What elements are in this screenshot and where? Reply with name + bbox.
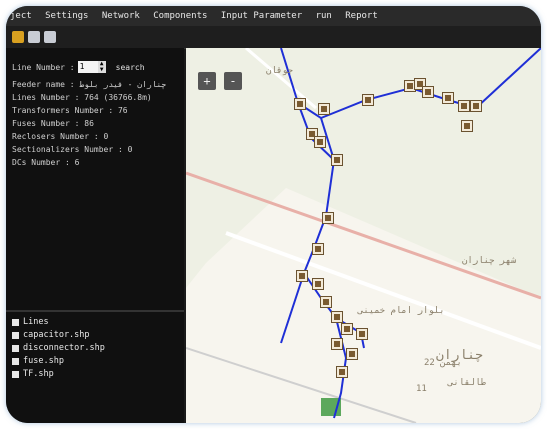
lines-number-value: 764 (36766.8m) (84, 93, 152, 102)
menu-project[interactable]: ject (6, 6, 36, 26)
transformer-icon[interactable] (331, 311, 343, 323)
menu-settings[interactable]: Settings (41, 6, 92, 26)
menu-input-parameter[interactable]: Input Parameter (217, 6, 306, 26)
layer-item[interactable]: Lines (12, 316, 180, 329)
layer-item[interactable]: disconnector.shp (12, 342, 180, 355)
transformers-number-row: Transformers Number : 76 (12, 104, 178, 117)
layer-list: Lines capacitor.shp disconnector.shp fus… (12, 316, 180, 381)
feeder-name-value: چناران - فیدر بلوط (79, 80, 167, 89)
map-label-shahr-chenaran: شهر چناران (462, 256, 517, 266)
transformer-icon[interactable] (320, 296, 332, 308)
transformer-icon[interactable] (294, 98, 306, 110)
layer-item[interactable]: fuse.shp (12, 355, 180, 368)
checkbox-icon[interactable] (12, 345, 19, 352)
open-icon[interactable] (12, 31, 24, 43)
fuses-number-label: Fuses Number : (12, 119, 80, 128)
menu-components[interactable]: Components (149, 6, 211, 26)
dcs-number-label: DCs Number : (12, 158, 70, 167)
lines-number-row: Lines Number : 764 (36766.8m) (12, 91, 178, 104)
reclosers-number-label: Reclosers Number : (12, 132, 99, 141)
line-number-row: Line Number : 1 ▲ ▼ search (12, 60, 178, 74)
zoom-in-button[interactable]: + (198, 72, 216, 90)
layer-label: capacitor.shp (23, 330, 90, 340)
transformer-icon[interactable] (322, 212, 334, 224)
line-number-spinner[interactable]: ▲ ▼ (97, 61, 106, 73)
transformer-icon[interactable] (312, 278, 324, 290)
transformer-icon[interactable] (331, 154, 343, 166)
transformer-icon[interactable] (314, 136, 326, 148)
lines-number-label: Lines Number : (12, 93, 80, 102)
reclosers-number-row: Reclosers Number : 0 (12, 130, 178, 143)
map-label-11: 11 (416, 384, 427, 394)
feeder-line-branch-north (475, 48, 541, 109)
checkbox-icon[interactable] (12, 332, 19, 339)
zoom-out-button[interactable]: - (224, 72, 242, 90)
transformer-icon[interactable] (312, 243, 324, 255)
map-label-taleghani: طالقانی (448, 378, 486, 388)
transformer-icon[interactable] (442, 92, 454, 104)
sectionalizers-number-label: Sectionalizers Number : (12, 145, 123, 154)
menu-report[interactable]: Report (341, 6, 382, 26)
fuses-number-value: 86 (84, 119, 94, 128)
transformers-number-value: 76 (117, 106, 128, 115)
toolbar (6, 26, 541, 49)
save-icon[interactable] (28, 31, 40, 43)
map-label-joghan: جوقان (266, 66, 294, 76)
document-icon[interactable] (44, 31, 56, 43)
transformer-icon[interactable] (296, 270, 308, 282)
line-number-input[interactable]: 1 (77, 61, 98, 73)
dcs-number-value: 6 (74, 158, 80, 167)
layer-label: Lines (23, 317, 49, 327)
menu-network[interactable]: Network (98, 6, 144, 26)
sectionalizers-number-row: Sectionalizers Number : 0 (12, 143, 178, 156)
app-window: ject Settings Network Components Input P… (6, 6, 541, 423)
transformer-icon[interactable] (362, 94, 374, 106)
map-label-imam-khomeini: بلوار امام خمینی (358, 306, 445, 316)
sectionalizers-number-value: 0 (127, 145, 133, 154)
checkbox-icon[interactable] (12, 371, 19, 378)
dcs-number-row: DCs Number : 6 (12, 156, 178, 169)
transformer-icon[interactable] (458, 100, 470, 112)
transformer-icon[interactable] (336, 366, 348, 378)
transformer-icon[interactable] (470, 100, 482, 112)
line-number-label: Line Number : (12, 62, 75, 72)
layer-label: disconnector.shp (23, 343, 105, 353)
transformer-icon[interactable] (331, 338, 343, 350)
layer-item[interactable]: capacitor.shp (12, 329, 180, 342)
transformer-icon[interactable] (422, 86, 434, 98)
transformer-icon[interactable] (346, 348, 358, 360)
transformer-icon[interactable] (318, 103, 330, 115)
menu-bar: ject Settings Network Components Input P… (6, 6, 541, 26)
transformer-icon[interactable] (341, 323, 353, 335)
feeder-info-panel: Line Number : 1 ▲ ▼ search Feeder name : … (12, 60, 178, 169)
transformer-icon[interactable] (356, 328, 368, 340)
layer-label: fuse.shp (23, 356, 64, 366)
layer-item[interactable]: TF.shp (12, 368, 180, 381)
sidebar: Line Number : 1 ▲ ▼ search Feeder name : … (6, 48, 184, 423)
feeder-name-row: Feeder name : چناران - فیدر بلوط (12, 78, 178, 91)
search-button[interactable]: search (116, 63, 145, 72)
reclosers-number-value: 0 (103, 132, 109, 141)
menu-run[interactable]: run (312, 6, 336, 26)
checkbox-icon[interactable] (12, 358, 19, 365)
map-label-22-bahman: 22 بهمن (424, 358, 462, 368)
transformers-number-label: Transformers Number : (12, 106, 114, 115)
fuses-number-row: Fuses Number : 86 (12, 117, 178, 130)
map-canvas[interactable]: + - جوقان چناران بلوار امام خمینی شهر چن… (186, 48, 541, 423)
transformer-icon[interactable] (461, 120, 473, 132)
panel-divider[interactable] (6, 310, 184, 312)
checkbox-icon[interactable] (12, 319, 19, 326)
layer-label: TF.shp (23, 369, 54, 379)
feeder-name-label: Feeder name : (12, 80, 75, 89)
